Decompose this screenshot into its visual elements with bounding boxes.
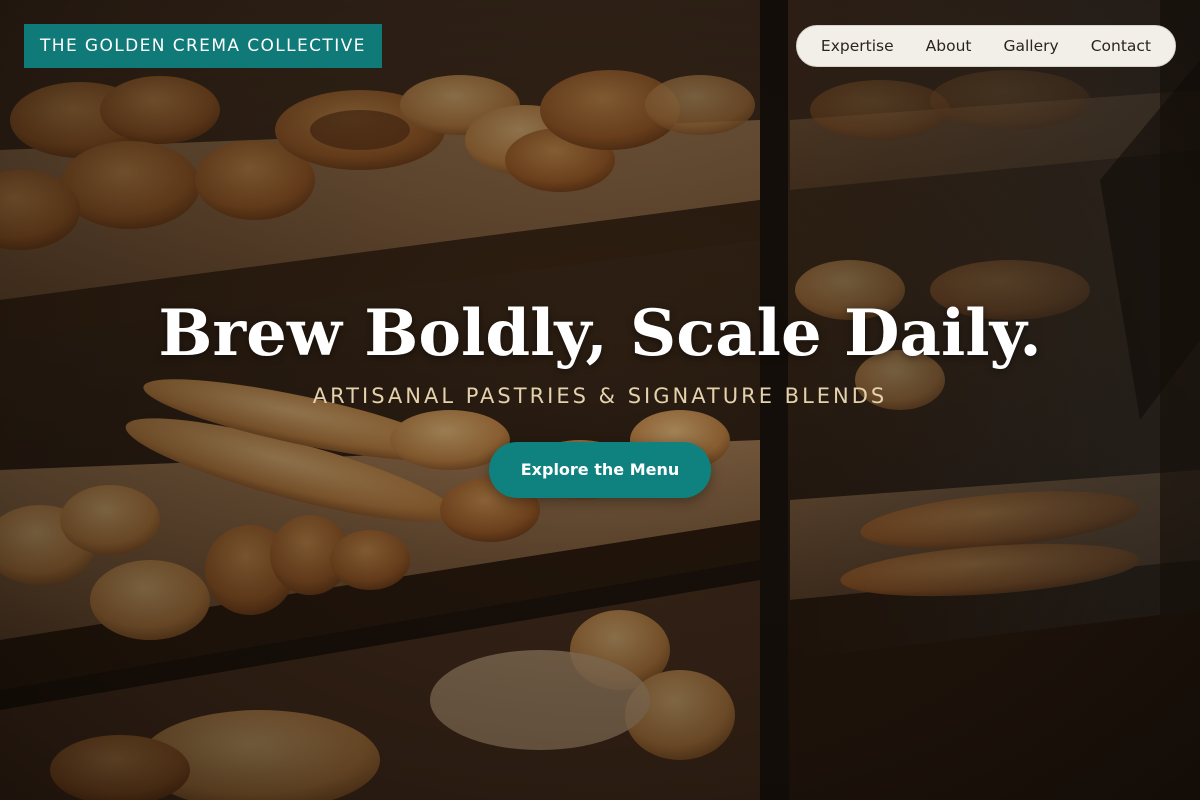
hero-content: Brew Boldly, Scale Daily. ARTISANAL PAST… (0, 292, 1200, 498)
hero-headline: Brew Boldly, Scale Daily. (158, 296, 1042, 371)
hero-section: THE GOLDEN CREMA COLLECTIVE Expertise Ab… (0, 0, 1200, 800)
explore-menu-button[interactable]: Explore the Menu (488, 442, 712, 498)
nav-link-contact[interactable]: Contact (1075, 25, 1167, 67)
main-navigation: Expertise About Gallery Contact (795, 25, 1176, 67)
nav-link-about[interactable]: About (910, 25, 988, 67)
hero-tagline: ARTISANAL PASTRIES & SIGNATURE BLENDS (312, 384, 888, 408)
nav-link-expertise[interactable]: Expertise (805, 25, 910, 67)
brand-logo[interactable]: THE GOLDEN CREMA COLLECTIVE (24, 24, 382, 68)
nav-link-gallery[interactable]: Gallery (987, 25, 1074, 67)
